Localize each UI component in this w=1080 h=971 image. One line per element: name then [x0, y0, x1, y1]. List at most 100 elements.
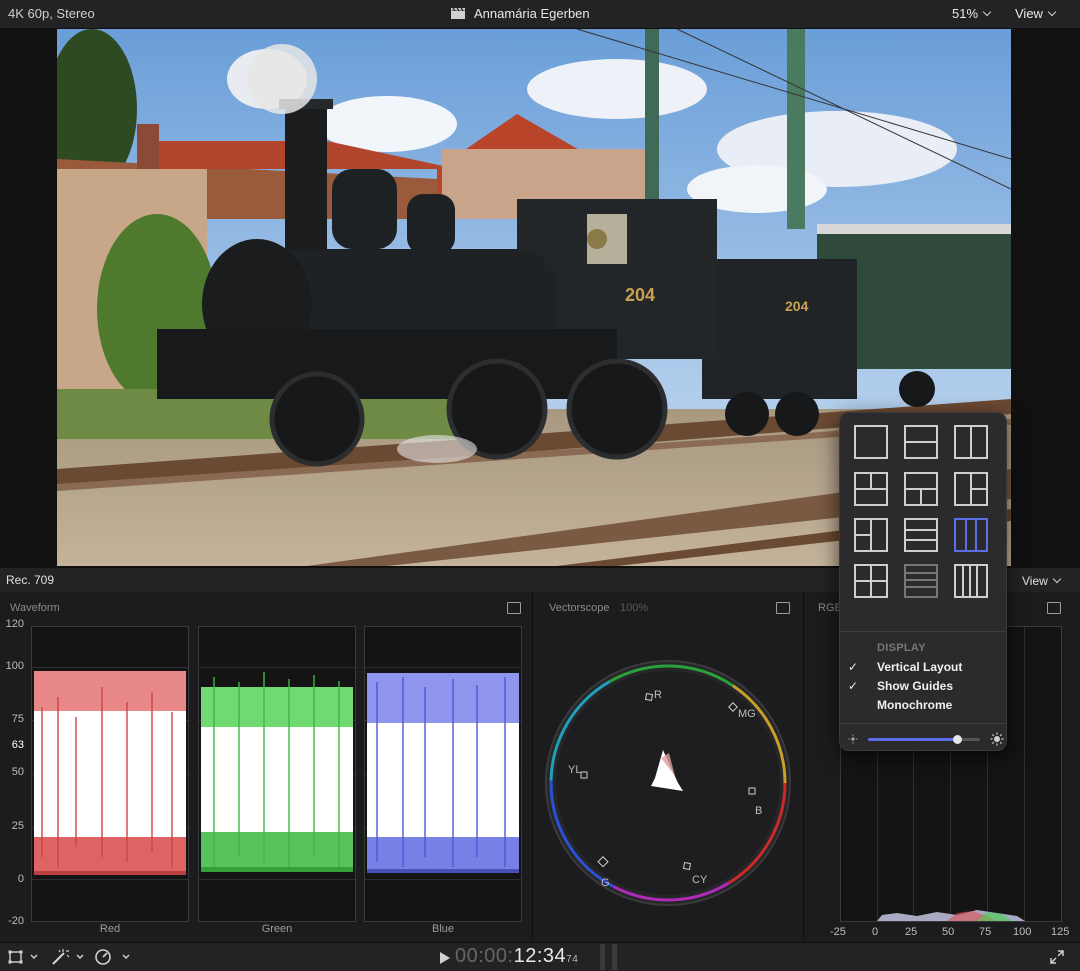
layout-three-rows-option[interactable] — [904, 518, 938, 552]
display-section-label: DISPLAY — [877, 642, 926, 654]
menu-item-monochrome[interactable]: Monochrome — [840, 696, 1006, 714]
vectorscope-title: Vectorscope — [549, 602, 610, 614]
menu-separator — [840, 631, 1006, 632]
brightness-low-icon — [848, 734, 858, 744]
timecode-main: 12:34 — [513, 945, 567, 967]
menu-item-vertical-layout[interactable]: ✓ Vertical Layout — [840, 658, 1006, 676]
layout-two-columns-option[interactable] — [954, 425, 988, 459]
layout-top-split-option[interactable] — [854, 472, 888, 506]
vector-target-cy: CY — [692, 874, 708, 886]
vector-target-b: B — [755, 805, 763, 817]
svg-text:204: 204 — [625, 285, 655, 305]
waveform-red-trace — [34, 671, 186, 875]
y-tick-0: 0 — [17, 873, 24, 885]
layout-two-rows-option[interactable] — [904, 425, 938, 459]
brightness-slider-knob[interactable] — [953, 735, 963, 744]
layout-four-rows-option[interactable] — [904, 564, 938, 598]
layout-four-grid-option[interactable] — [854, 564, 888, 598]
waveform-green-box — [198, 626, 356, 922]
speedometer-icon — [95, 949, 130, 965]
scope-settings-icon[interactable] — [507, 602, 521, 614]
enhance-tool-menu[interactable] — [50, 948, 84, 971]
vector-target-mg: MG — [738, 708, 756, 720]
vector-target-yl: YL — [568, 764, 582, 776]
histogram-trace — [877, 910, 1025, 921]
channel-label-blue: Blue — [431, 923, 455, 935]
vector-target-r: R — [654, 689, 662, 701]
y-tick-minus20: -20 — [8, 915, 24, 927]
play-button[interactable] — [440, 951, 450, 969]
layout-three-columns-option[interactable] — [954, 518, 988, 552]
layout-four-columns-option[interactable] — [954, 564, 988, 598]
y-tick-75: 75 — [11, 713, 24, 725]
fullscreen-button[interactable] — [1050, 950, 1064, 969]
x-tick-50: 50 — [942, 926, 955, 938]
format-label: 4K 60p, Stereo — [8, 6, 95, 21]
chevron-down-icon — [1052, 574, 1062, 584]
audio-meter-left — [600, 944, 605, 970]
audio-meter-right — [612, 944, 617, 970]
brightness-slider-fill — [868, 738, 958, 741]
transform-tool-menu[interactable] — [8, 949, 38, 970]
timecode-display[interactable]: 00:00:12:3474 — [455, 945, 578, 968]
scope-settings-icon[interactable] — [776, 602, 790, 614]
x-tick-100: 100 — [1013, 926, 1032, 938]
x-tick-minus25: -25 — [830, 926, 846, 938]
vectorscope-panel: Vectorscope 100% R MG B CY G YL — [533, 592, 803, 942]
scope-settings-icon[interactable] — [1047, 602, 1061, 614]
zoom-value: 51% — [952, 6, 979, 21]
vector-target-g: G — [601, 877, 610, 889]
y-tick-100: 100 — [5, 660, 24, 672]
viewer-view-menu[interactable]: View — [1015, 6, 1057, 21]
y-tick-63: 63 — [11, 739, 24, 751]
x-tick-125: 125 — [1051, 926, 1070, 938]
layout-left-split-option[interactable] — [854, 518, 888, 552]
x-tick-0: 0 — [872, 926, 879, 938]
clip-title-area: Annamária Egerben — [450, 6, 590, 21]
vectorscope-graticule — [545, 660, 791, 906]
timecode-leading: 00:00: — [455, 945, 514, 967]
view-label: View — [1015, 6, 1043, 21]
scopes-view-label: View — [1022, 574, 1048, 588]
layout-single-option[interactable] — [854, 425, 888, 459]
menu-separator — [840, 723, 1006, 724]
menu-item-label: Vertical Layout — [877, 660, 963, 674]
color-standard-label: Rec. 709 — [6, 573, 55, 587]
channel-label-green: Green — [261, 923, 293, 935]
clip-title: Annamária Egerben — [474, 6, 590, 21]
waveform-green-trace — [201, 672, 353, 872]
scopes-view-popover: DISPLAY ✓ Vertical Layout ✓ Show Guides … — [839, 412, 1007, 751]
waveform-title: Waveform — [10, 602, 60, 614]
retime-tool-menu[interactable] — [94, 948, 132, 971]
brightness-high-icon — [990, 732, 1004, 746]
x-tick-75: 75 — [979, 926, 992, 938]
checkmark-icon: ✓ — [848, 679, 859, 693]
menu-item-label: Show Guides — [877, 679, 954, 693]
viewer-top-bar: 4K 60p, Stereo Annamária Egerben 51% Vie… — [0, 0, 1080, 29]
waveform-blue-box — [364, 626, 522, 922]
y-tick-50: 50 — [11, 766, 24, 778]
y-tick-25: 25 — [11, 820, 24, 832]
timecode-frames: 74 — [566, 954, 579, 965]
clapperboard-icon — [451, 7, 465, 19]
x-tick-25: 25 — [905, 926, 918, 938]
chevron-down-icon — [982, 7, 992, 17]
menu-item-label: Monochrome — [877, 698, 953, 712]
zoom-dropdown[interactable]: 51% — [952, 6, 992, 21]
brightness-slider[interactable] — [868, 735, 980, 744]
layout-right-split-option[interactable] — [954, 472, 988, 506]
chevron-down-icon — [1047, 7, 1057, 17]
waveform-red-box — [31, 626, 189, 922]
scopes-view-menu[interactable]: View — [1022, 574, 1062, 588]
svg-text:204: 204 — [785, 298, 809, 314]
expand-icon — [1050, 950, 1064, 964]
waveform-blue-trace — [367, 673, 519, 873]
transform-icon — [8, 950, 38, 964]
menu-item-show-guides[interactable]: ✓ Show Guides — [840, 677, 1006, 695]
play-icon — [440, 952, 450, 964]
checkmark-icon: ✓ — [848, 660, 859, 674]
waveform-panel: Waveform 120 100 75 63 50 25 0 -20 Red G… — [0, 592, 532, 942]
layout-bottom-split-option[interactable] — [904, 472, 938, 506]
magic-wand-icon — [52, 949, 84, 965]
vectorscope-zoom: 100% — [620, 602, 649, 614]
